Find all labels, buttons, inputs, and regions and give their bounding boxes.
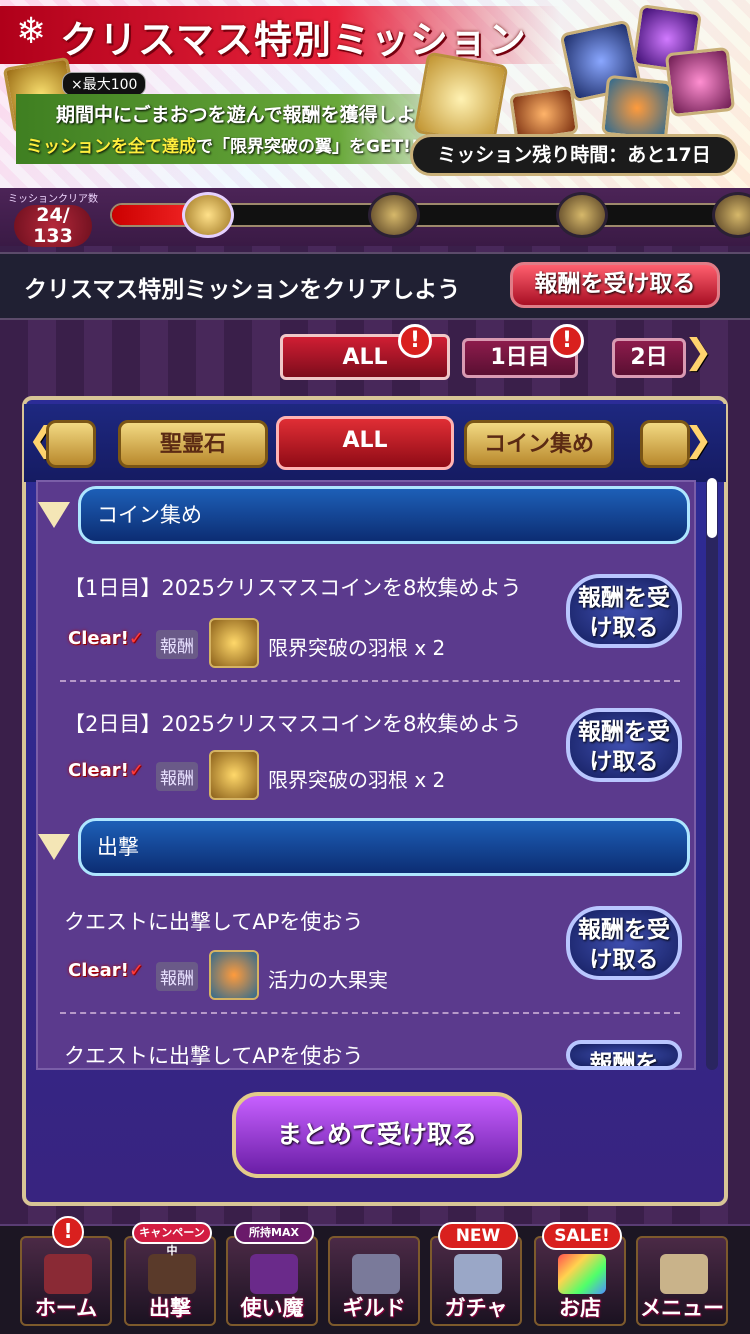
category-spirit-stone[interactable]: 聖霊石 [118, 420, 268, 468]
nav-label: メニュー [640, 1296, 724, 1320]
category-partial[interactable] [640, 420, 690, 468]
nav-shop[interactable]: SALE! お店 [534, 1222, 626, 1326]
snowflake-icon: ❄ [16, 11, 47, 52]
mission-header-title: クリスマス特別ミッションをクリアしよう [24, 277, 461, 303]
chevron-right-icon[interactable]: ❯ [684, 420, 713, 460]
shop-icon [558, 1254, 606, 1294]
mission-title: 【2日目】2025クリスマスコインを8枚集めよう [64, 712, 522, 736]
nav-home[interactable]: ! ホーム [20, 1216, 112, 1326]
sortie-icon [148, 1254, 196, 1294]
receive-all-button[interactable]: まとめて受け取る [232, 1092, 522, 1178]
item-card-icon [664, 46, 736, 118]
scroll-thumb[interactable] [707, 478, 717, 538]
nav-familiar[interactable]: 所持MAX 使い魔 [226, 1222, 318, 1326]
category-coin[interactable]: コイン集め [464, 420, 614, 468]
event-description: 期間中にごまおつを遊んで報酬を獲得しよう！ [56, 104, 454, 126]
clear-stamp: Clear!✓ [68, 760, 144, 781]
event-goal: ミッションを全て達成で「限界突破の翼」をGET!! [26, 137, 419, 157]
clear-count: ミッションクリア数 24/133 [8, 190, 98, 248]
nav-label: ギルド [342, 1296, 406, 1320]
nav-label: お店 [559, 1296, 601, 1320]
nav-badge: 所持MAX [234, 1222, 314, 1244]
scrollbar[interactable] [706, 478, 718, 1070]
mission-reward-button[interactable]: 報酬を受け取る [566, 708, 682, 782]
reward-name: 限界突破の羽根 x 2 [268, 768, 446, 792]
divider [60, 680, 680, 682]
nav-sortie[interactable]: キャンペーン中 出撃 [124, 1222, 216, 1326]
collapse-triangle-icon[interactable] [38, 502, 70, 528]
mission-title: クエストに出撃してAPを使おう [64, 1044, 364, 1068]
mission-reward-button[interactable]: 報酬を [566, 1040, 682, 1070]
divider [60, 1012, 680, 1014]
reward-label: 報酬 [156, 962, 198, 991]
group-header-coin[interactable]: コイン集め [78, 486, 690, 544]
group-header-sortie[interactable]: 出撃 [78, 818, 690, 876]
tab-day2[interactable]: 2日 [612, 338, 686, 378]
mission-title: 【1日目】2025クリスマスコインを8枚集めよう [64, 576, 522, 600]
event-banner[interactable]: ❄ クリスマス特別ミッション ×最大100 期間中にごまおつを遊んで報酬を獲得し… [0, 0, 750, 188]
alert-badge: ! [550, 324, 584, 358]
wing-item-icon [413, 51, 509, 147]
guild-icon [352, 1254, 400, 1294]
remaining-time: ミッション残り時間：あと17日 [410, 134, 738, 176]
nav-badge: ! [52, 1216, 84, 1248]
mission-title: クエストに出撃してAPを使おう [64, 910, 364, 934]
multiplier-badge: ×最大100 [62, 72, 147, 96]
nav-label: ガチャ [444, 1296, 508, 1320]
nav-badge: SALE! [542, 1222, 622, 1250]
home-icon [44, 1254, 92, 1294]
treasure-chest-icon[interactable] [182, 192, 234, 238]
nav-label: ホーム [34, 1296, 98, 1320]
clear-stamp: Clear!✓ [68, 960, 144, 981]
nav-menu[interactable]: メニュー [636, 1236, 728, 1326]
chevron-right-icon[interactable]: ❯ [684, 332, 713, 372]
fruit-icon [209, 950, 259, 1000]
reward-label: 報酬 [156, 762, 198, 791]
reward-label: 報酬 [156, 630, 198, 659]
clear-count-label: ミッションクリア数 [8, 194, 98, 205]
mission-reward-button[interactable]: 報酬を受け取る [566, 574, 682, 648]
clear-stamp: Clear!✓ [68, 628, 144, 649]
treasure-chest-icon[interactable] [368, 192, 420, 238]
screen: ❄ クリスマス特別ミッション ×最大100 期間中にごまおつを遊んで報酬を獲得し… [0, 0, 750, 1334]
item-card-icon [601, 74, 673, 142]
familiar-icon [250, 1254, 298, 1294]
clear-count-value: 24/133 [14, 205, 92, 247]
reward-name: 限界突破の羽根 x 2 [268, 636, 446, 660]
reward-name: 活力の大果実 [268, 968, 388, 992]
feather-icon [209, 750, 259, 800]
nav-label: 出撃 [149, 1296, 191, 1320]
receive-reward-button[interactable]: 報酬を受け取る [510, 262, 720, 308]
nav-guild[interactable]: ギルド [328, 1236, 420, 1326]
nav-badge: NEW [438, 1222, 518, 1250]
category-all[interactable]: ALL [276, 416, 454, 470]
gacha-icon [454, 1254, 502, 1294]
treasure-chest-icon[interactable] [556, 192, 608, 238]
mission-reward-button[interactable]: 報酬を受け取る [566, 906, 682, 980]
menu-book-icon [660, 1254, 708, 1294]
nav-badge: キャンペーン中 [132, 1222, 212, 1257]
feather-icon [209, 618, 259, 668]
category-partial[interactable] [46, 420, 96, 468]
nav-label: 使い魔 [240, 1296, 304, 1320]
alert-badge: ! [398, 324, 432, 358]
collapse-triangle-icon[interactable] [38, 834, 70, 860]
nav-gacha[interactable]: NEW ガチャ [430, 1222, 522, 1326]
